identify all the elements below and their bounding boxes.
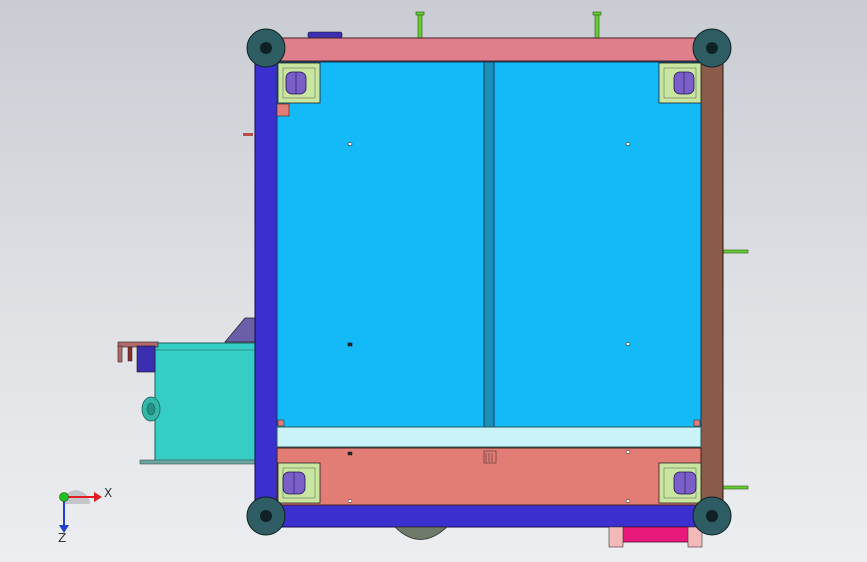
corner-wheel-bottom-left[interactable] — [246, 496, 286, 536]
side-box-assembly[interactable] — [117, 133, 256, 465]
right-pins — [721, 249, 749, 490]
frame-bottom-bar[interactable] — [261, 504, 713, 528]
panel-right[interactable] — [493, 61, 702, 428]
triad-y-origin-icon — [59, 492, 69, 502]
frame-right-bar[interactable] — [700, 61, 724, 509]
caster-top-left[interactable] — [277, 62, 321, 104]
triad-x-label: X — [104, 486, 112, 500]
top-pins — [307, 11, 602, 39]
corner-wheel-top-right[interactable] — [692, 28, 732, 68]
triad-z-label: Z — [58, 531, 66, 545]
corner-wheel-bottom-right[interactable] — [692, 496, 732, 536]
bottom-protrusions — [394, 526, 703, 548]
panel-divider — [483, 61, 495, 428]
corner-wheel-top-left[interactable] — [246, 28, 286, 68]
caster-top-right[interactable] — [658, 62, 702, 104]
frame-left-bar[interactable] — [254, 61, 278, 515]
caster-bottom-left[interactable] — [277, 462, 321, 504]
caster-bottom-right[interactable] — [658, 462, 702, 504]
panel-left[interactable] — [276, 61, 485, 428]
cad-viewport[interactable]: X Z — [0, 0, 867, 562]
light-strip[interactable] — [276, 426, 702, 448]
coordinate-triad: X Z — [58, 486, 112, 545]
top-left-bracket — [276, 103, 290, 117]
frame-top-bar[interactable] — [261, 37, 713, 62]
triad-x-arrow-icon — [94, 492, 102, 502]
